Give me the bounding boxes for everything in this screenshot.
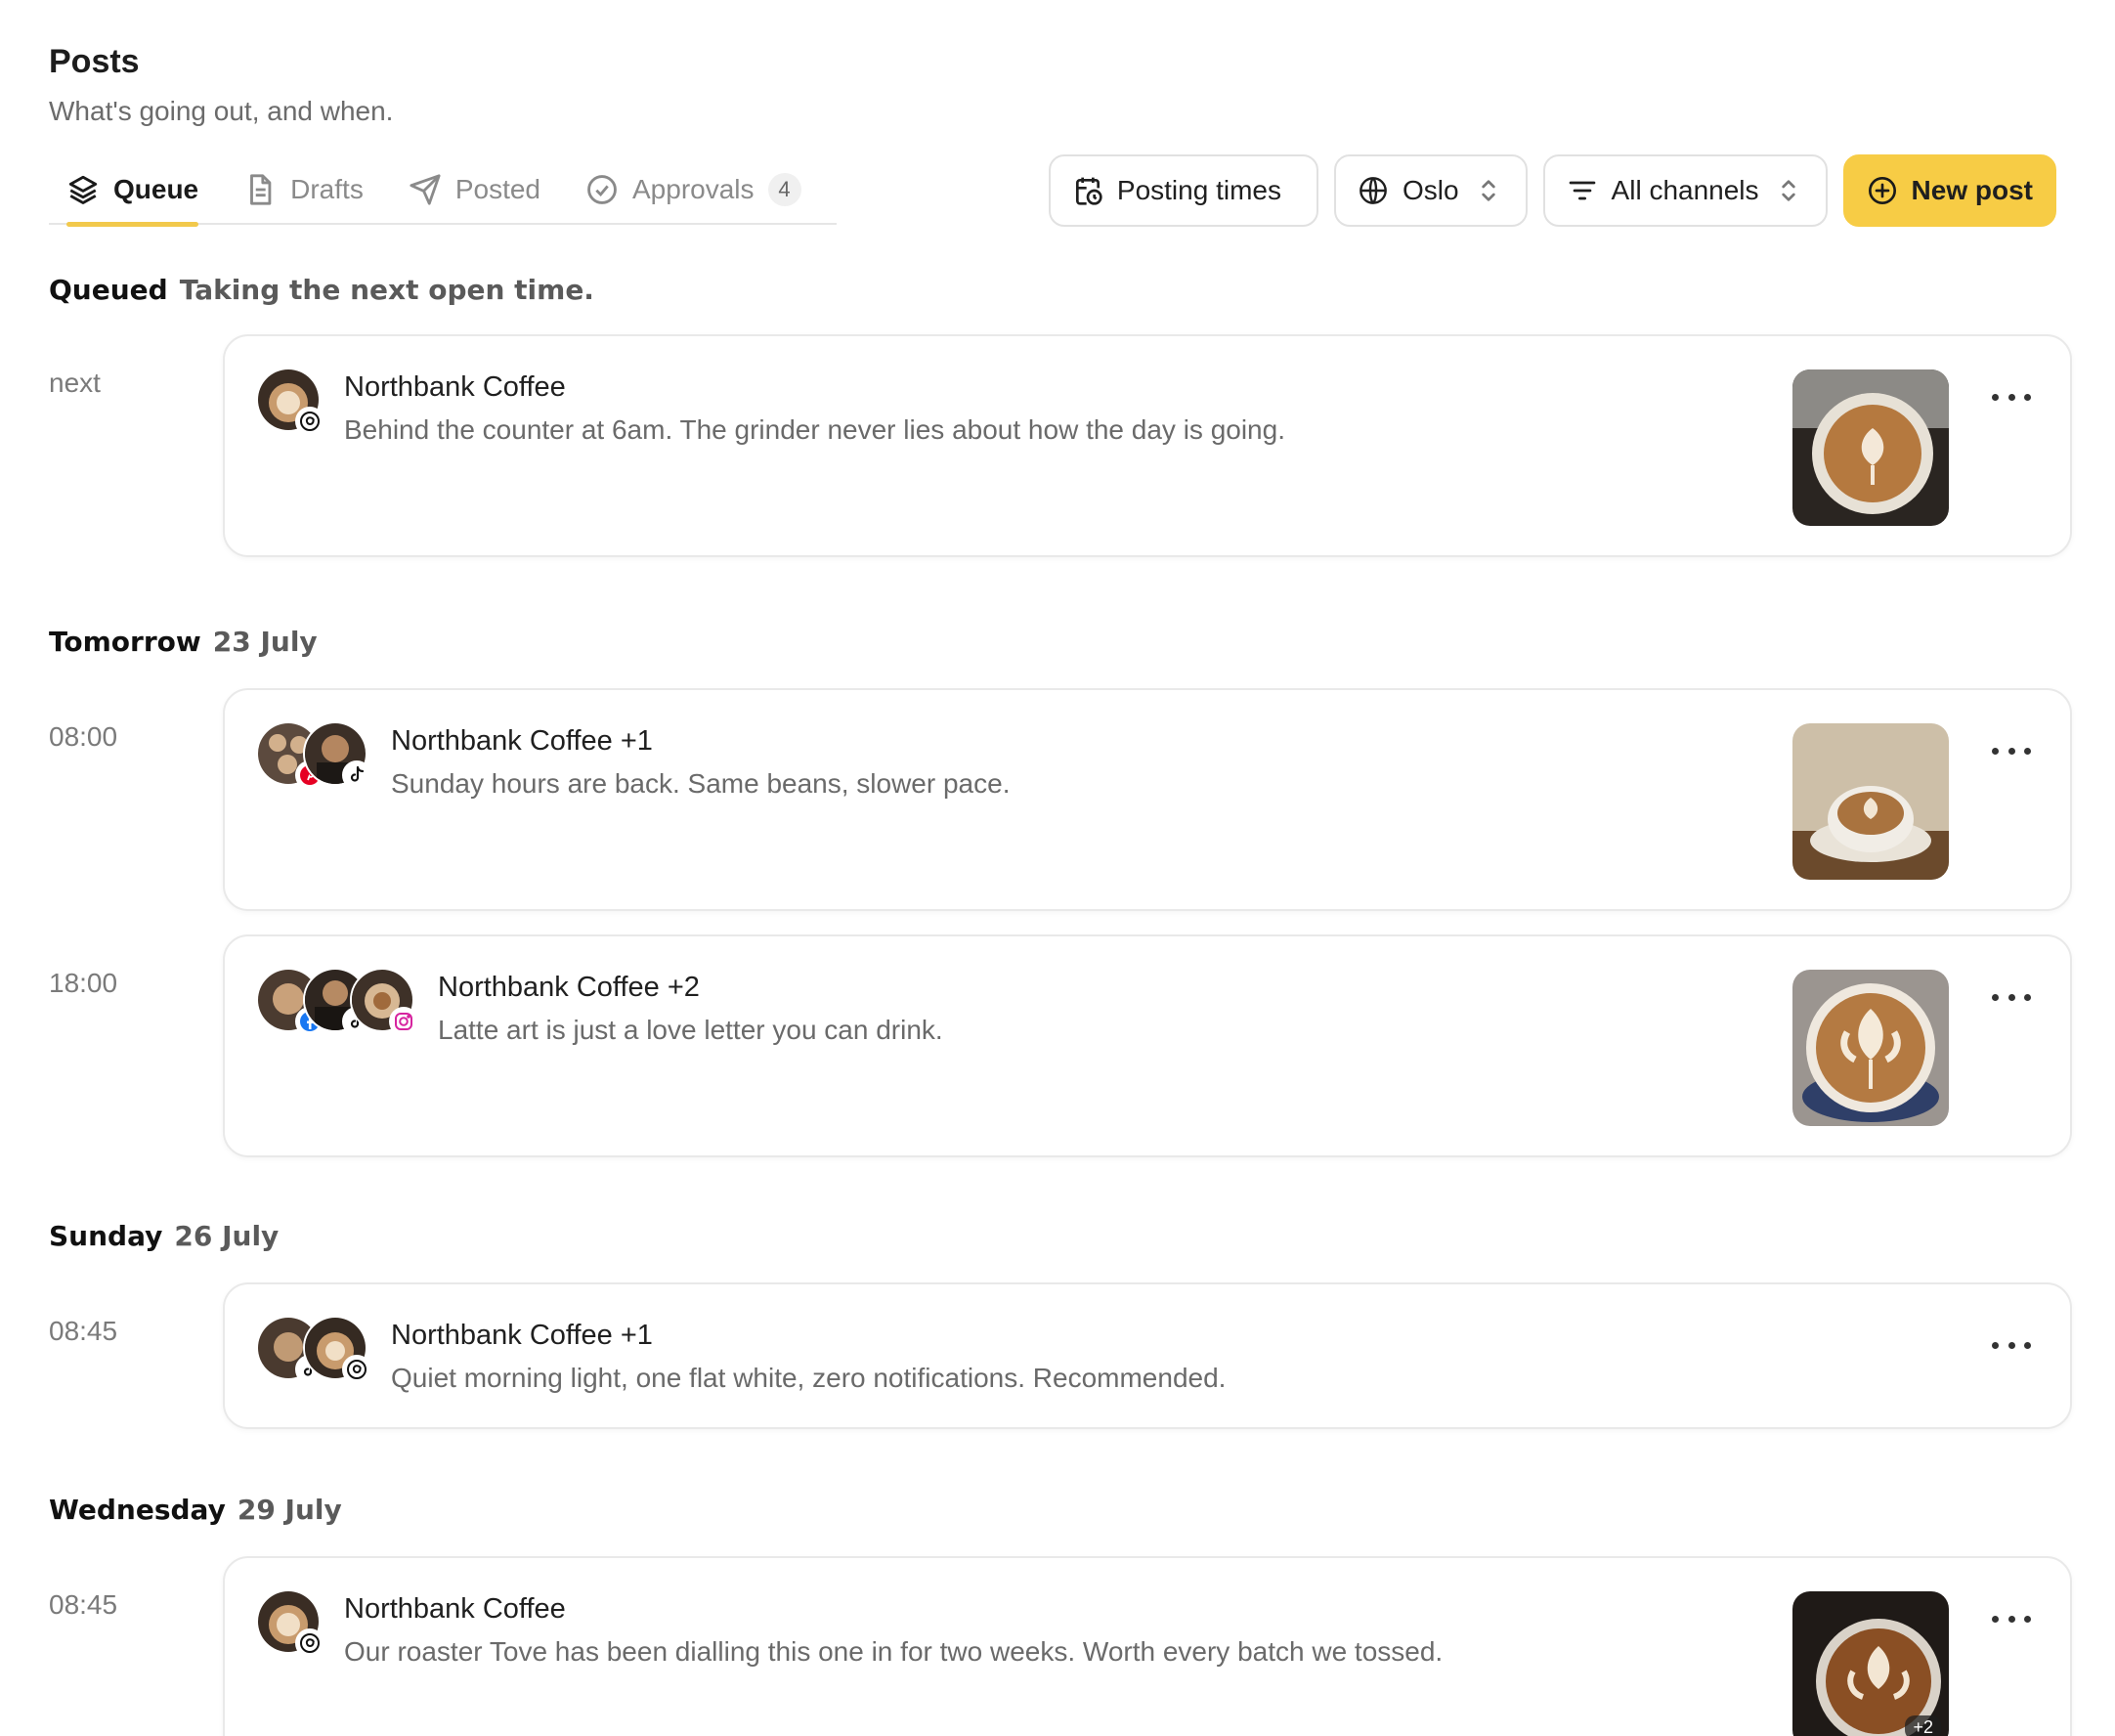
- new-post-button[interactable]: New post: [1842, 154, 2056, 227]
- avatar: [303, 1316, 371, 1384]
- tab-drafts[interactable]: Drafts: [226, 156, 381, 223]
- post-account: Northbank Coffee: [344, 1593, 566, 1625]
- post-slot-time: 08:00: [49, 721, 118, 752]
- post-menu-button[interactable]: [1992, 1607, 2031, 1630]
- post-menu-button[interactable]: [1992, 385, 2031, 409]
- page-subtitle: What's going out, and when.: [49, 96, 394, 126]
- timezone-label: Oslo: [1402, 175, 1459, 205]
- section-header-tomorrow: Tomorrow 23 July: [49, 626, 318, 658]
- approvals-count-badge: 4: [767, 173, 801, 206]
- tab-queue[interactable]: Queue: [49, 156, 216, 227]
- post-text: Behind the counter at 6am. The grinder n…: [344, 414, 1285, 445]
- tab-label: Posted: [454, 174, 540, 204]
- instagram-icon: [389, 1007, 418, 1036]
- section-subtitle: 26 July: [174, 1220, 280, 1252]
- post-account: Northbank Coffee +1: [391, 725, 653, 757]
- tab-label: Queue: [113, 174, 199, 204]
- check-circle-icon: [587, 175, 617, 204]
- chevron-up-down-icon: [1481, 180, 1495, 201]
- avatar: [303, 721, 371, 790]
- post-text: Quiet morning light, one flat white, zer…: [391, 1363, 1227, 1393]
- account-avatars: [256, 721, 371, 790]
- post-card[interactable]: Northbank Coffee Behind the counter at 6…: [223, 334, 2072, 557]
- chevron-up-down-icon: [1781, 180, 1795, 201]
- tiktok-icon: [342, 760, 371, 790]
- posting-times-button[interactable]: Posting times: [1048, 154, 1318, 227]
- section-header-queued: Queued Taking the next open time.: [49, 274, 594, 306]
- page-title: Posts: [49, 43, 140, 80]
- post-menu-button[interactable]: [1992, 1333, 2031, 1357]
- account-avatars: [256, 368, 324, 436]
- post-text: Latte art is just a love letter you can …: [438, 1015, 943, 1045]
- post-thumbnail: [1792, 723, 1949, 880]
- section-subtitle: 23 July: [212, 626, 318, 658]
- post-thumbnail: +2: [1792, 1591, 1949, 1736]
- send-icon: [410, 174, 441, 205]
- post-account: Northbank Coffee +1: [391, 1320, 653, 1351]
- layers-icon: [68, 175, 98, 204]
- section-subtitle: Taking the next open time.: [179, 274, 594, 306]
- post-thumbnail: [1792, 970, 1949, 1126]
- section-header-wednesday: Wednesday 29 July: [49, 1494, 342, 1526]
- plus-circle-icon: [1868, 177, 1896, 204]
- posts-page: Posts What's going out, and when. Queue …: [0, 0, 2115, 1736]
- section-header-sunday: Sunday 26 July: [49, 1220, 279, 1252]
- post-thumbnail: [1792, 369, 1949, 526]
- account-avatars: [256, 1316, 371, 1384]
- post-card[interactable]: Northbank Coffee +1 Quiet morning light,…: [223, 1282, 2072, 1429]
- tab-label: Approvals: [632, 174, 755, 204]
- posting-times-label: Posting times: [1116, 175, 1281, 205]
- post-card[interactable]: Northbank Coffee +1 Sunday hours are bac…: [223, 688, 2072, 911]
- avatar: [256, 368, 324, 436]
- tab-label: Drafts: [290, 174, 364, 204]
- calendar-clock-icon: [1075, 177, 1102, 205]
- post-slot-time: 08:45: [49, 1316, 118, 1346]
- post-slot-time: next: [49, 368, 101, 398]
- avatar: [350, 968, 418, 1036]
- section-title: Queued: [49, 274, 168, 306]
- channels-select[interactable]: All channels: [1542, 154, 1828, 227]
- post-card[interactable]: Northbank Coffee +2 Latte art is just a …: [223, 934, 2072, 1157]
- document-icon: [250, 174, 272, 205]
- section-title: Tomorrow: [49, 626, 201, 658]
- post-text: Sunday hours are back. Same beans, slowe…: [391, 768, 1011, 799]
- timezone-select[interactable]: Oslo: [1333, 154, 1528, 227]
- globe-icon: [1360, 177, 1387, 204]
- post-account: Northbank Coffee: [344, 371, 566, 403]
- filter-icon: [1569, 181, 1595, 200]
- post-account: Northbank Coffee +2: [438, 972, 700, 1003]
- channels-label: All channels: [1611, 175, 1759, 205]
- section-subtitle: 29 July: [237, 1494, 342, 1526]
- section-title: Wednesday: [49, 1494, 226, 1526]
- post-slot-time: 18:00: [49, 968, 118, 998]
- tab-bar: Queue Drafts Posted Approvals 4: [49, 156, 837, 227]
- tab-posted[interactable]: Posted: [391, 156, 558, 223]
- threads-icon: [342, 1355, 371, 1384]
- avatar: [256, 1589, 324, 1658]
- tab-approvals[interactable]: Approvals 4: [568, 156, 819, 223]
- post-text: Our roaster Tove has been dialling this …: [344, 1636, 1444, 1667]
- account-avatars: [256, 968, 418, 1036]
- new-post-label: New post: [1911, 175, 2033, 205]
- extra-media-count: +2: [1905, 1715, 1941, 1736]
- account-avatars: [256, 1589, 324, 1658]
- post-slot-time: 08:45: [49, 1589, 118, 1620]
- post-menu-button[interactable]: [1992, 985, 2031, 1009]
- post-menu-button[interactable]: [1992, 739, 2031, 762]
- threads-icon: [295, 1628, 324, 1658]
- toolbar: Posting times Oslo All channels New post: [1048, 154, 2056, 227]
- section-title: Sunday: [49, 1220, 163, 1252]
- threads-icon: [295, 407, 324, 436]
- post-card[interactable]: Northbank Coffee Our roaster Tove has be…: [223, 1556, 2072, 1736]
